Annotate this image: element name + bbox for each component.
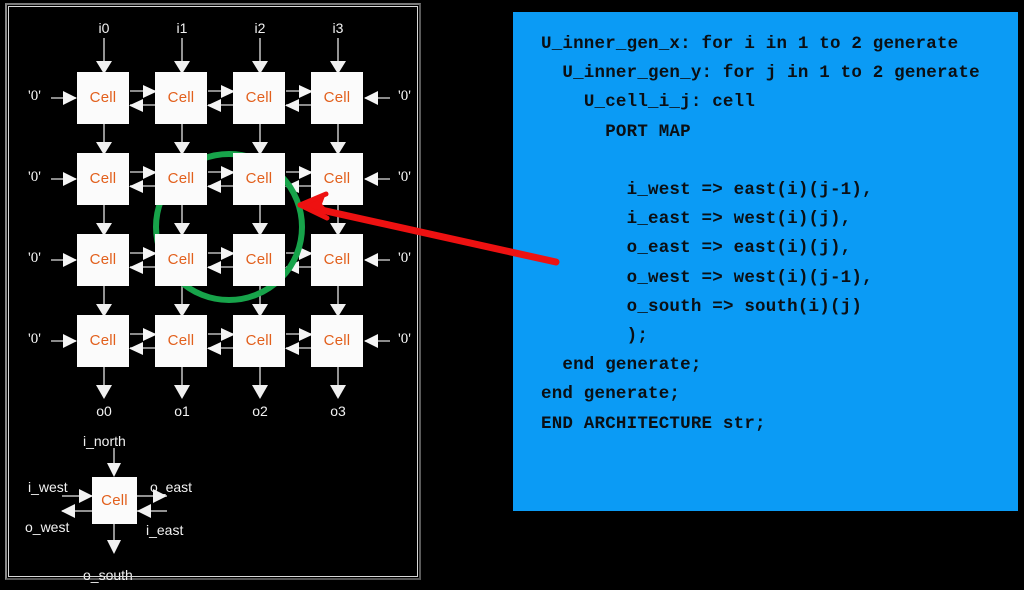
cell-label: Cell: [89, 332, 117, 349]
diagram-canvas: Cell Cell Cell Cell Cell Cell Cell Cell …: [7, 5, 419, 583]
cell-label: Cell: [245, 251, 273, 268]
constant-label-left-r0: '0': [28, 88, 41, 104]
grid-cell-r0c3[interactable]: Cell: [311, 72, 363, 124]
grid-cell-r0c2[interactable]: Cell: [233, 72, 285, 124]
constant-label-left-r3: '0': [28, 331, 41, 347]
cell-label: Cell: [89, 170, 117, 187]
grid-cell-r2c3[interactable]: Cell: [311, 234, 363, 286]
grid-cell-r1c1[interactable]: Cell: [155, 153, 207, 205]
constant-label-left-r2: '0': [28, 250, 41, 266]
grid-cell-r1c2[interactable]: Cell: [233, 153, 285, 205]
cell-label: Cell: [101, 492, 128, 509]
cell-label: Cell: [167, 251, 195, 268]
cell-label: Cell: [167, 170, 195, 187]
cell-label: Cell: [89, 89, 117, 106]
output-label-o1: o1: [174, 403, 190, 419]
grid-cell-r1c0[interactable]: Cell: [77, 153, 129, 205]
port-label-o-south: o_south: [83, 567, 133, 583]
cell-label: Cell: [167, 332, 195, 349]
grid-cell-r3c3[interactable]: Cell: [311, 315, 363, 367]
cell-label: Cell: [245, 170, 273, 187]
constant-label-left-r1: '0': [28, 169, 41, 185]
cell-label: Cell: [167, 89, 195, 106]
output-label-o0: o0: [96, 403, 112, 419]
grid-cell-r0c0[interactable]: Cell: [77, 72, 129, 124]
input-label-i1: i1: [176, 20, 188, 36]
slide-root: Cell Cell Cell Cell Cell Cell Cell Cell …: [0, 0, 1024, 590]
vhdl-code-text: U_inner_gen_x: for i in 1 to 2 generate …: [541, 34, 980, 434]
grid-cell-r0c1[interactable]: Cell: [155, 72, 207, 124]
code-panel: U_inner_gen_x: for i in 1 to 2 generate …: [513, 12, 1018, 511]
cell-label: Cell: [245, 89, 273, 106]
port-label-o-east: o_east: [150, 479, 193, 495]
cell-label: Cell: [323, 332, 351, 349]
constant-label-right-r2: '0': [398, 250, 411, 266]
constant-label-right-r1: '0': [398, 169, 411, 185]
grid-cell-r2c2[interactable]: Cell: [233, 234, 285, 286]
grid-cell-r3c0[interactable]: Cell: [77, 315, 129, 367]
cell-label: Cell: [323, 170, 351, 187]
grid-cell-r3c2[interactable]: Cell: [233, 315, 285, 367]
cell-label: Cell: [323, 251, 351, 268]
port-label-i-west: i_west: [28, 479, 68, 495]
constant-label-right-r3: '0': [398, 331, 411, 347]
port-label-i-north: i_north: [83, 433, 126, 449]
grid-cell-r3c1[interactable]: Cell: [155, 315, 207, 367]
cell-label: Cell: [245, 332, 273, 349]
cell-label: Cell: [323, 89, 351, 106]
diagram-panel: Cell Cell Cell Cell Cell Cell Cell Cell …: [5, 3, 421, 583]
cell-label: Cell: [89, 251, 117, 268]
port-label-i-east: i_east: [146, 522, 184, 538]
grid-cell-r2c1[interactable]: Cell: [155, 234, 207, 286]
port-label-o-west: o_west: [25, 519, 70, 535]
output-label-o2: o2: [252, 403, 268, 419]
input-label-i3: i3: [332, 20, 344, 36]
output-label-o3: o3: [330, 403, 346, 419]
input-label-i2: i2: [254, 20, 266, 36]
input-label-i0: i0: [98, 20, 110, 36]
grid-cell-r1c3[interactable]: Cell: [311, 153, 363, 205]
constant-label-right-r0: '0': [398, 88, 411, 104]
detail-cell-box[interactable]: Cell: [92, 477, 137, 524]
grid-cell-r2c0[interactable]: Cell: [77, 234, 129, 286]
